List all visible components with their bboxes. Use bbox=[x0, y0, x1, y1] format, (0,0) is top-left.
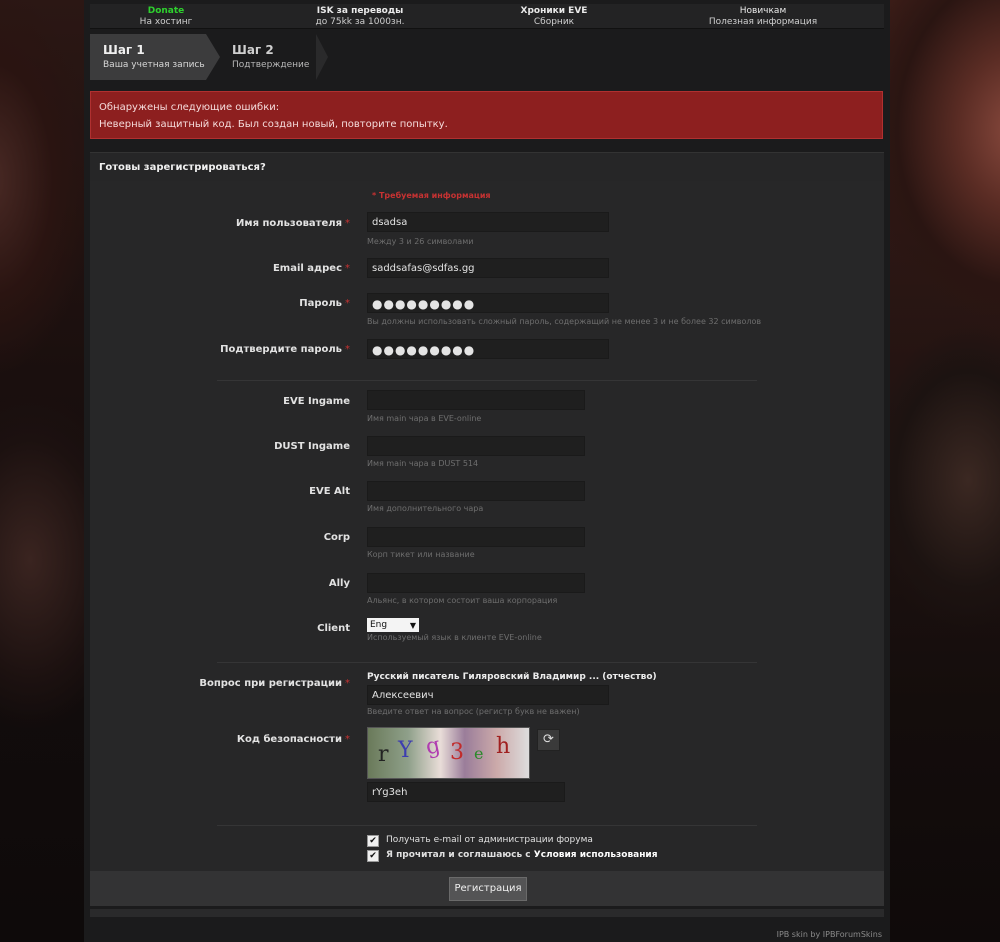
step-2[interactable]: Шаг 2 Подтверждение bbox=[226, 34, 328, 80]
refresh-icon: ⟳ bbox=[543, 732, 554, 747]
captcha-refresh-button[interactable]: ⟳ bbox=[537, 729, 560, 751]
nav-donate-sub: На хостинг bbox=[139, 17, 193, 27]
divider bbox=[217, 380, 757, 381]
registration-steps: Шаг 1 Ваша учетная запись Шаг 2 Подтверж… bbox=[90, 34, 884, 80]
captcha-image: r Y g 3 e h bbox=[367, 727, 530, 779]
client-select[interactable]: Eng ▼ bbox=[367, 618, 419, 632]
background-left bbox=[0, 0, 84, 942]
admin-mail-checkbox[interactable]: ✔ bbox=[367, 835, 379, 847]
corp-input[interactable] bbox=[367, 527, 585, 547]
error-message: Обнаружены следующие ошибки: Неверный за… bbox=[90, 91, 883, 139]
skin-credits[interactable]: IPB skin by IPBForumSkins bbox=[777, 930, 882, 939]
corp-label: Corp bbox=[323, 532, 350, 543]
step-2-sub: Подтверждение bbox=[232, 60, 310, 70]
admin-mail-label: Получать e-mail от администрации форума bbox=[386, 835, 593, 845]
caret-down-icon: ▼ bbox=[409, 621, 416, 630]
nav-chronicles-title: Хроники EVE bbox=[520, 6, 588, 16]
nav-newbies-title: Новичкам bbox=[739, 6, 787, 16]
eve-ingame-hint: Имя main чара в EVE-online bbox=[367, 414, 482, 423]
nav-chronicles[interactable]: Хроники EVE Сборник bbox=[454, 6, 654, 27]
username-input[interactable]: dsadsa bbox=[367, 212, 609, 232]
eve-ingame-input[interactable] bbox=[367, 390, 585, 410]
client-label: Client bbox=[317, 623, 350, 634]
question-text: Русский писатель Гиляровский Владимир ..… bbox=[367, 672, 657, 682]
dust-ingame-input[interactable] bbox=[367, 436, 585, 456]
question-hint: Введите ответ на вопрос (регистр букв не… bbox=[367, 707, 580, 716]
dust-ingame-label: DUST Ingame bbox=[274, 441, 350, 452]
ally-label: Ally bbox=[328, 578, 350, 589]
top-navigation: Donate На хостинг ISK за переводы до 75k… bbox=[90, 4, 884, 29]
step-2-title: Шаг 2 bbox=[232, 43, 274, 57]
check-icon: ✔ bbox=[369, 836, 377, 846]
required-note: * Требуемая информация bbox=[372, 191, 491, 200]
background-right bbox=[888, 0, 1000, 942]
question-answer-input[interactable]: Алексеевич bbox=[367, 685, 609, 705]
step-1-sub: Ваша учетная запись bbox=[103, 60, 205, 70]
dust-ingame-hint: Имя main чара в DUST 514 bbox=[367, 459, 479, 468]
nav-newbies[interactable]: Новичкам Полезная информация bbox=[663, 6, 863, 27]
password-hint: Вы должны использовать сложный пароль, с… bbox=[367, 317, 762, 326]
error-detail: Неверный защитный код. Был создан новый,… bbox=[99, 119, 448, 130]
password-confirm-input[interactable]: ●●●●●●●●● bbox=[367, 339, 609, 359]
ally-hint: Альянс, в котором состоит ваша корпораци… bbox=[367, 596, 558, 605]
nav-isk-title: ISK за переводы bbox=[316, 6, 404, 16]
error-title: Обнаружены следующие ошибки: bbox=[99, 102, 280, 113]
username-hint: Между 3 и 26 символами bbox=[367, 237, 474, 246]
nav-chronicles-sub: Сборник bbox=[533, 17, 575, 27]
form-footer: Регистрация bbox=[90, 871, 884, 906]
email-input[interactable]: saddsafas@sdfas.gg bbox=[367, 258, 609, 278]
password-confirm-label: Подтвердите пароль * bbox=[220, 344, 350, 355]
email-label: Email адрес * bbox=[272, 263, 350, 274]
divider bbox=[217, 662, 757, 663]
client-hint: Используемый язык в клиенте EVE-online bbox=[367, 633, 542, 642]
step-1[interactable]: Шаг 1 Ваша учетная запись bbox=[90, 34, 220, 80]
registration-form: * Требуемая информация Имя пользователя *… bbox=[90, 181, 884, 871]
captcha-input[interactable]: rYg3eh bbox=[367, 782, 565, 802]
username-label: Имя пользователя * bbox=[236, 218, 350, 229]
eve-alt-label: EVE Alt bbox=[309, 486, 350, 497]
section-title: Готовы зарегистрироваться? bbox=[99, 162, 266, 173]
client-select-value: Eng bbox=[370, 620, 388, 630]
password-input[interactable]: ●●●●●●●●● bbox=[367, 293, 609, 313]
eve-ingame-label: EVE Ingame bbox=[283, 396, 350, 407]
nav-newbies-sub: Полезная информация bbox=[708, 17, 818, 27]
terms-checkbox[interactable]: ✔ bbox=[367, 850, 379, 862]
divider bbox=[217, 825, 757, 826]
corp-hint: Корп тикет или название bbox=[367, 550, 475, 559]
nav-isk-sub: до 75kk за 1000зн. bbox=[315, 17, 405, 27]
page-container: Donate На хостинг ISK за переводы до 75k… bbox=[84, 0, 890, 942]
nav-isk[interactable]: ISK за переводы до 75kk за 1000зн. bbox=[260, 6, 460, 27]
password-label: Пароль * bbox=[299, 298, 350, 309]
register-button[interactable]: Регистрация bbox=[449, 877, 527, 901]
nav-donate-title: Donate bbox=[147, 6, 185, 16]
footer-strip bbox=[90, 909, 884, 917]
terms-link[interactable]: Условия использования bbox=[534, 850, 658, 860]
question-label: Вопрос при регистрации * bbox=[199, 678, 350, 689]
terms-label: Я прочитал и соглашаюсь с Условия исполь… bbox=[386, 850, 658, 860]
eve-alt-input[interactable] bbox=[367, 481, 585, 501]
check-icon: ✔ bbox=[369, 851, 377, 861]
captcha-label: Код безопасности * bbox=[236, 734, 350, 745]
section-header: Готовы зарегистрироваться? bbox=[90, 152, 884, 181]
eve-alt-hint: Имя дополнительного чара bbox=[367, 504, 484, 513]
step-1-title: Шаг 1 bbox=[103, 43, 145, 57]
ally-input[interactable] bbox=[367, 573, 585, 593]
nav-donate[interactable]: Donate На хостинг bbox=[66, 6, 266, 27]
